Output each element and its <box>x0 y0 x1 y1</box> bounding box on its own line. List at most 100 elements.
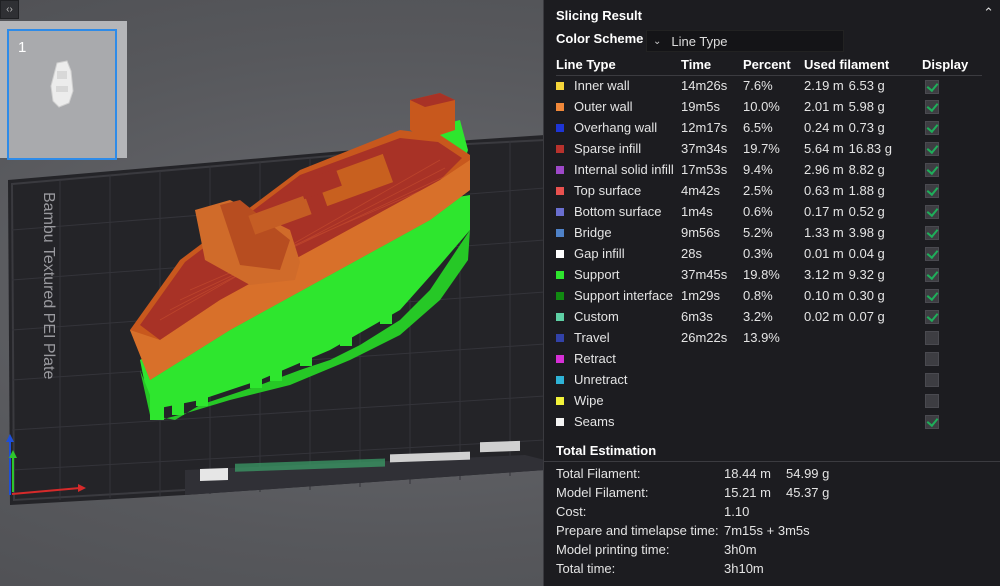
line-type-table: Line Type Time Percent Used filament Dis… <box>556 54 982 432</box>
color-swatch <box>556 186 564 195</box>
display-checkbox[interactable] <box>925 247 939 262</box>
used-filament-cell: 0.24 m 0.73 g <box>804 117 922 138</box>
filament-weight: 0.30 g <box>848 288 885 303</box>
display-checkbox[interactable] <box>925 352 939 367</box>
line-type-name: Support interface <box>574 288 674 303</box>
estimation-value: 3h0m <box>724 542 757 557</box>
column-header-line-type: Line Type <box>556 54 681 76</box>
used-filament-cell: 0.17 m 0.52 g <box>804 201 922 222</box>
used-filament-cell <box>804 327 922 348</box>
line-type-name: Travel <box>574 330 610 345</box>
time-cell: 9m56s <box>681 225 721 240</box>
display-cell <box>922 411 982 432</box>
display-checkbox[interactable] <box>925 100 939 115</box>
plate-thumbnail[interactable]: 1 <box>7 29 117 160</box>
table-row: Inner wall 14m26s 7.6% 2.19 m 6.53 g <box>556 75 982 96</box>
display-cell <box>922 180 982 201</box>
line-type-name: Custom <box>574 309 619 324</box>
display-checkbox[interactable] <box>925 163 939 178</box>
display-checkbox[interactable] <box>925 142 939 157</box>
estimation-label: Cost: <box>556 504 587 519</box>
table-row: Retract <box>556 348 982 369</box>
display-cell <box>922 306 982 327</box>
used-filament-cell: 1.33 m 3.98 g <box>804 222 922 243</box>
percent-cell: 0.8% <box>743 288 773 303</box>
display-checkbox[interactable] <box>925 310 939 325</box>
display-checkbox[interactable] <box>925 226 939 241</box>
code-brackets-icon[interactable]: ‹› <box>0 0 19 19</box>
filament-weight: 9.32 g <box>848 267 885 282</box>
display-checkbox[interactable] <box>925 79 939 94</box>
display-cell <box>922 159 982 180</box>
color-swatch <box>556 165 564 174</box>
percent-cell <box>743 348 804 369</box>
display-checkbox[interactable] <box>925 268 939 283</box>
line-type-cell: Wipe <box>556 390 681 411</box>
used-filament-cell <box>804 390 922 411</box>
filament-length: 0.24 m <box>804 120 844 135</box>
display-checkbox[interactable] <box>925 331 939 346</box>
display-cell <box>922 222 982 243</box>
display-cell <box>922 285 982 306</box>
table-row: Custom 6m3s 3.2% 0.02 m 0.07 g <box>556 306 982 327</box>
plate-list-panel: 1 <box>0 21 127 160</box>
table-row: Outer wall 19m5s 10.0% 2.01 m 5.98 g <box>556 96 982 117</box>
line-type-cell: Overhang wall <box>556 117 681 138</box>
line-type-cell: Outer wall <box>556 96 681 117</box>
line-type-name: Seams <box>574 414 615 429</box>
line-type-cell: Seams <box>556 411 681 432</box>
plate-label: Bambu Textured PEI Plate <box>40 192 57 379</box>
table-row: Bottom surface 1m4s 0.6% 0.17 m 0.52 g <box>556 201 982 222</box>
color-swatch <box>556 333 564 342</box>
display-cell <box>922 348 982 369</box>
filament-weight: 3.98 g <box>848 225 885 240</box>
display-checkbox[interactable] <box>925 205 939 220</box>
used-filament-cell: 2.19 m 6.53 g <box>804 75 922 96</box>
filament-length: 5.64 m <box>804 141 844 156</box>
line-type-cell: Inner wall <box>556 75 681 96</box>
used-filament-cell <box>804 369 922 390</box>
percent-cell: 0.3% <box>743 246 773 261</box>
used-filament-cell: 5.64 m 16.83 g <box>804 138 922 159</box>
line-type-cell: Custom <box>556 306 681 327</box>
filament-weight: 5.98 g <box>848 99 885 114</box>
display-checkbox[interactable] <box>925 415 939 430</box>
filament-weight: 6.53 g <box>848 78 885 94</box>
line-type-name: Wipe <box>574 393 604 408</box>
time-cell: 17m53s <box>681 162 728 177</box>
percent-cell: 7.6% <box>743 78 773 94</box>
display-checkbox[interactable] <box>925 289 939 304</box>
time-cell: 26m22s <box>681 330 728 345</box>
used-filament-cell <box>804 411 922 432</box>
percent-cell: 19.8% <box>743 267 780 282</box>
percent-cell <box>743 369 804 390</box>
display-checkbox[interactable] <box>925 394 939 409</box>
filament-weight: 0.07 g <box>848 309 885 324</box>
line-type-cell: Gap infill <box>556 243 681 264</box>
percent-cell: 2.5% <box>743 183 773 198</box>
display-checkbox[interactable] <box>925 373 939 388</box>
line-type-name: Outer wall <box>574 99 633 114</box>
color-swatch <box>556 354 564 363</box>
filament-length: 0.01 m <box>804 246 844 261</box>
percent-cell <box>743 411 804 432</box>
color-scheme-dropdown[interactable]: ⌄ Line Type <box>646 30 844 52</box>
time-cell <box>681 369 743 390</box>
line-type-name: Inner wall <box>574 78 630 94</box>
filament-weight: 8.82 g <box>848 162 885 177</box>
used-filament-cell: 0.01 m 0.04 g <box>804 243 922 264</box>
table-row: Overhang wall 12m17s 6.5% 0.24 m 0.73 g <box>556 117 982 138</box>
line-type-name: Sparse infill <box>574 141 642 156</box>
used-filament-cell: 3.12 m 9.32 g <box>804 264 922 285</box>
display-checkbox[interactable] <box>925 184 939 199</box>
filament-weight: 1.88 g <box>848 183 885 198</box>
color-swatch <box>556 375 564 384</box>
boat-thumbnail-icon <box>50 60 74 108</box>
line-type-cell: Support <box>556 264 681 285</box>
time-cell: 4m42s <box>681 183 721 198</box>
table-row: Support interface 1m29s 0.8% 0.10 m 0.30 g <box>556 285 982 306</box>
collapse-chevron-icon[interactable]: ⌃ <box>983 5 994 21</box>
display-checkbox[interactable] <box>925 121 939 136</box>
color-swatch <box>556 81 564 90</box>
filament-length: 0.02 m <box>804 309 844 324</box>
